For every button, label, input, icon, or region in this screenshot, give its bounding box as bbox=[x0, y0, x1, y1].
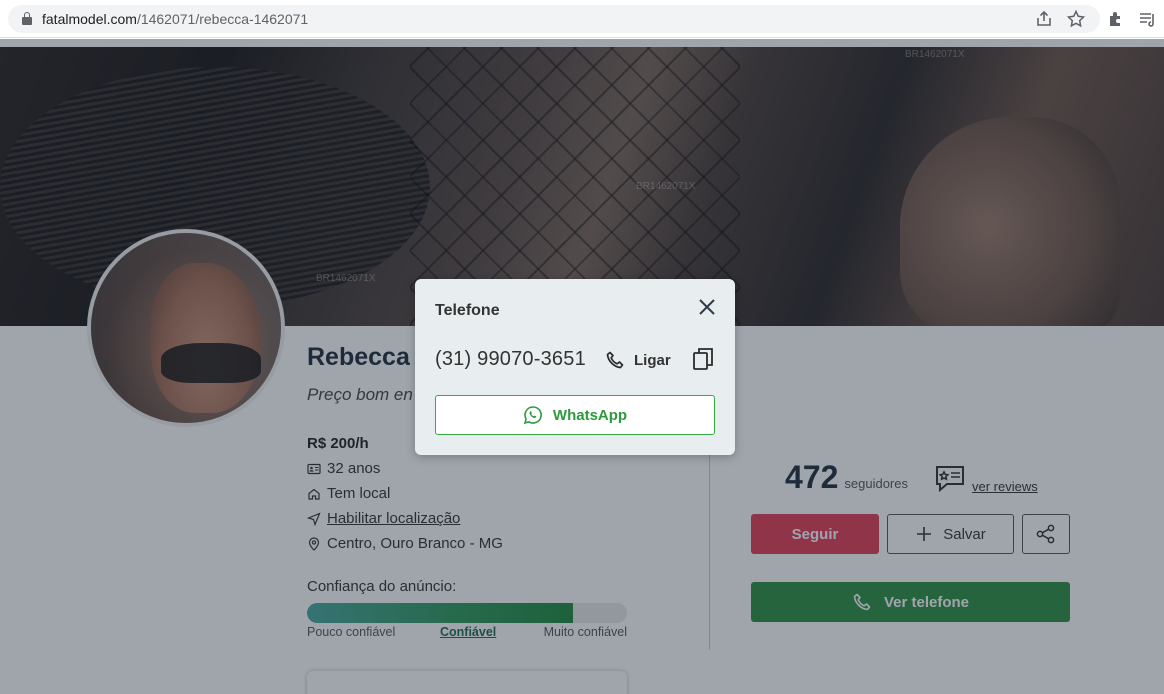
phone-number[interactable]: (31) 99070-3651 bbox=[435, 348, 586, 371]
reading-list-icon[interactable] bbox=[1138, 9, 1158, 29]
whatsapp-button[interactable]: WhatsApp bbox=[435, 395, 715, 435]
whatsapp-icon bbox=[523, 406, 542, 425]
star-icon[interactable] bbox=[1066, 9, 1086, 29]
extensions-icon[interactable] bbox=[1106, 9, 1126, 29]
call-button[interactable]: Ligar bbox=[605, 350, 671, 370]
call-label: Ligar bbox=[634, 351, 671, 369]
share-page-icon[interactable] bbox=[1034, 9, 1054, 29]
lock-icon[interactable] bbox=[22, 12, 32, 25]
modal-title: Telefone bbox=[435, 302, 500, 319]
copy-icon[interactable] bbox=[692, 347, 714, 371]
phone-icon bbox=[606, 351, 624, 369]
url-path: /1462071/rebecca-1462071 bbox=[136, 11, 309, 27]
whatsapp-label: WhatsApp bbox=[552, 406, 628, 424]
close-icon[interactable] bbox=[696, 296, 718, 318]
phone-modal: Telefone (31) 99070-3651 Ligar WhatsApp bbox=[415, 279, 735, 455]
address-bar[interactable]: fatalmodel.com/1462071/rebecca-1462071 bbox=[8, 5, 1100, 33]
browser-toolbar: fatalmodel.com/1462071/rebecca-1462071 bbox=[0, 0, 1164, 38]
url-text[interactable]: fatalmodel.com/1462071/rebecca-1462071 bbox=[42, 11, 308, 27]
url-host: fatalmodel.com bbox=[42, 11, 137, 27]
